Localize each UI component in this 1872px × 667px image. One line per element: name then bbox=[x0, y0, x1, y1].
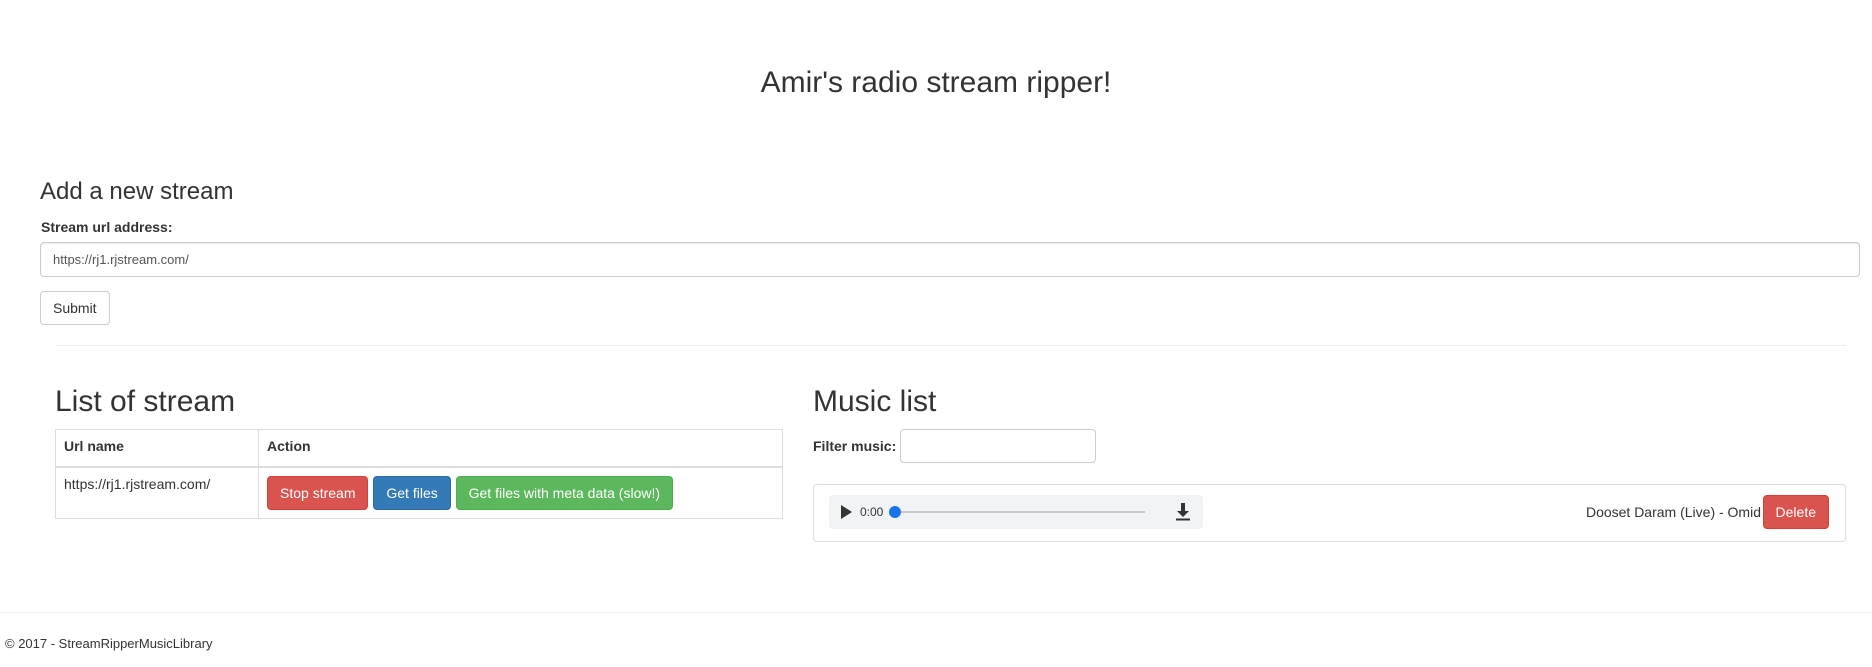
current-time: 0:00 bbox=[860, 505, 884, 519]
song-title: Dooset Daram (Live) - Omid bbox=[1585, 504, 1761, 520]
filter-music-label: Filter music: bbox=[813, 438, 897, 454]
filter-row: Filter music: bbox=[813, 429, 1097, 463]
table-row: https://rj1.rjstream.com/ Stop stream Ge… bbox=[55, 466, 783, 519]
stop-stream-button[interactable]: Stop stream bbox=[267, 475, 369, 510]
download-icon[interactable] bbox=[1175, 503, 1191, 521]
stream-table: Url name Action https://rj1.rjstream.com… bbox=[55, 429, 783, 519]
music-list-title: Music list bbox=[813, 385, 937, 418]
page-title: Amir's radio stream ripper! bbox=[760, 66, 1112, 99]
footer-divider bbox=[0, 612, 1872, 613]
filter-music-input[interactable] bbox=[900, 429, 1097, 463]
audio-player: 0:00 bbox=[829, 495, 1203, 529]
submit-button[interactable]: Submit bbox=[40, 291, 110, 325]
column-header-url: Url name bbox=[55, 429, 259, 468]
delete-button[interactable]: Delete bbox=[1762, 495, 1829, 529]
music-list-section: Music list Filter music: 0:00 Dooset Dar… bbox=[813, 384, 1846, 542]
get-files-meta-button[interactable]: Get files with meta data (slow!) bbox=[455, 475, 674, 510]
stream-url-label: Stream url address: bbox=[41, 219, 173, 235]
add-stream-title: Add a new stream bbox=[40, 178, 234, 205]
stream-list-title: List of stream bbox=[55, 385, 236, 418]
stream-actions-cell: Stop stream Get files Get files with met… bbox=[258, 466, 783, 519]
music-list-item: 0:00 Dooset Daram (Live) - Omid Delete bbox=[813, 484, 1846, 542]
stream-list-section: List of stream Url name Action https://r… bbox=[55, 384, 783, 519]
section-divider bbox=[55, 345, 1846, 346]
column-header-action: Action bbox=[258, 429, 783, 468]
stream-url-cell: https://rj1.rjstream.com/ bbox=[55, 466, 259, 519]
table-header-row: Url name Action bbox=[55, 429, 783, 468]
progress-thumb[interactable] bbox=[889, 506, 902, 518]
play-icon[interactable] bbox=[841, 505, 852, 519]
audio-progress-bar[interactable] bbox=[889, 506, 1146, 518]
get-files-button[interactable]: Get files bbox=[373, 475, 451, 510]
add-stream-section: Add a new stream Stream url address: Sub… bbox=[40, 178, 1860, 325]
footer-copyright: © 2017 - StreamRipperMusicLibrary bbox=[5, 636, 213, 651]
stream-url-input[interactable] bbox=[40, 242, 1860, 277]
